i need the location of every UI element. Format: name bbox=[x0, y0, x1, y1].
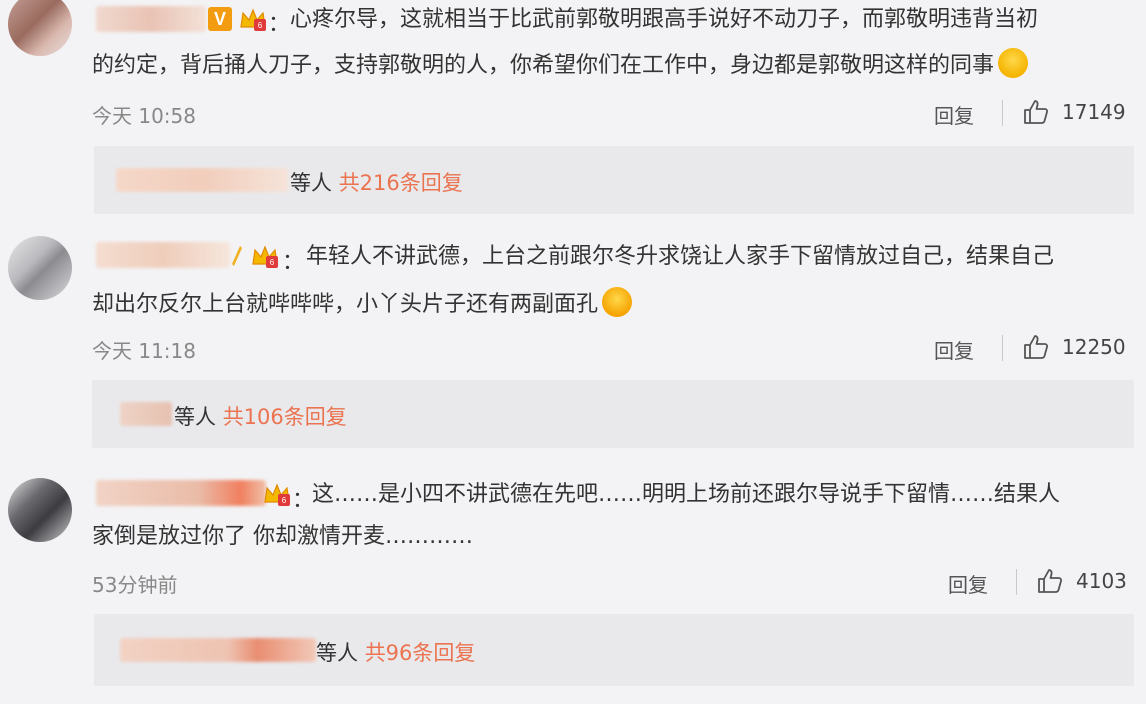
comment-text-line1: 这……是小四不讲武德在先吧……明明上场前还跟尔导说手下留情……结果人 bbox=[312, 482, 1061, 507]
tongue-emoji-icon bbox=[602, 287, 633, 317]
comment-text-line2-content: 的约定，背后捅人刀子，支持郭敬明的人，你希望你们在工作中，身边都是郭敬明这样的同… bbox=[92, 53, 995, 78]
colon: ： bbox=[282, 250, 305, 275]
replies-prefix: 等人 bbox=[290, 171, 332, 195]
crown-badge-icon: 6 bbox=[240, 8, 266, 31]
avatar[interactable] bbox=[8, 0, 72, 56]
reply-button[interactable]: 回复 bbox=[934, 335, 974, 364]
crown-badge-icon: 6 bbox=[264, 483, 290, 506]
thumbs-up-icon[interactable] bbox=[1022, 98, 1050, 126]
thumbs-up-icon[interactable] bbox=[1036, 567, 1064, 595]
pencil-icon bbox=[232, 246, 242, 266]
reply-users-blurred bbox=[120, 402, 172, 426]
colon: ： bbox=[292, 488, 315, 513]
comment-text-line2: 家倒是放过你了 你却激情开麦………… bbox=[92, 524, 473, 549]
like-count: 4103 bbox=[1076, 569, 1127, 593]
like-count: 17149 bbox=[1062, 100, 1126, 124]
replies-summary-box[interactable]: 等人 共106条回复 bbox=[92, 380, 1134, 448]
divider bbox=[1002, 335, 1003, 361]
comment-text-line1: 年轻人不讲武德，上台之前跟尔冬升求饶让人家手下留情放过自己，结果自己 bbox=[306, 244, 1055, 269]
avatar[interactable] bbox=[8, 478, 72, 542]
username-blurred[interactable] bbox=[96, 242, 230, 268]
comment-time: 今天 10:58 bbox=[92, 104, 196, 128]
username-blurred[interactable] bbox=[96, 480, 266, 506]
comment-text-line2-content: 却出尔反尔上台就哔哔哔，小丫头片子还有两副面孔 bbox=[92, 292, 599, 317]
comment-text-line1: 心疼尔导，这就相当于比武前郭敬明跟高手说好不动刀子，而郭敬明违背当初 bbox=[290, 7, 1039, 32]
svg-text:6: 6 bbox=[282, 496, 287, 505]
replies-count[interactable]: 共106条回复 bbox=[223, 405, 347, 429]
divider bbox=[1002, 100, 1003, 126]
crown-badge-icon: 6 bbox=[252, 245, 278, 268]
comment-time: 今天 11:18 bbox=[92, 339, 196, 363]
reply-users-blurred bbox=[120, 638, 316, 662]
reply-button[interactable]: 回复 bbox=[948, 569, 988, 598]
replies-summary[interactable]: 等人 共106条回复 bbox=[174, 401, 347, 431]
reply-users-blurred bbox=[116, 168, 288, 192]
replies-prefix: 等人 bbox=[174, 405, 216, 429]
divider bbox=[1016, 569, 1017, 595]
replies-summary-box[interactable]: 等人 共96条回复 bbox=[94, 614, 1134, 686]
replies-count[interactable]: 共96条回复 bbox=[365, 641, 476, 665]
verified-v-icon: V bbox=[208, 7, 232, 31]
like-count: 12250 bbox=[1062, 335, 1126, 359]
comment-text-line2: 却出尔反尔上台就哔哔哔，小丫头片子还有两副面孔 bbox=[92, 282, 633, 328]
reply-button[interactable]: 回复 bbox=[934, 100, 974, 129]
replies-summary-box[interactable]: 等人 共216条回复 bbox=[94, 146, 1134, 214]
replies-summary[interactable]: 等人 共96条回复 bbox=[316, 637, 475, 667]
comment-time: 53分钟前 bbox=[92, 573, 178, 597]
colon: ： bbox=[268, 12, 291, 37]
svg-text:6: 6 bbox=[270, 258, 275, 267]
replies-summary[interactable]: 等人 共216条回复 bbox=[290, 167, 463, 197]
username-blurred[interactable] bbox=[96, 6, 206, 32]
replies-count[interactable]: 共216条回复 bbox=[339, 171, 463, 195]
avatar[interactable] bbox=[8, 236, 72, 300]
hug-emoji-icon bbox=[998, 48, 1029, 78]
thumbs-up-icon[interactable] bbox=[1022, 333, 1050, 361]
replies-prefix: 等人 bbox=[316, 641, 358, 665]
svg-text:6: 6 bbox=[258, 21, 263, 30]
comment-text-line2: 的约定，背后捅人刀子，支持郭敬明的人，你希望你们在工作中，身边都是郭敬明这样的同… bbox=[92, 43, 1029, 89]
